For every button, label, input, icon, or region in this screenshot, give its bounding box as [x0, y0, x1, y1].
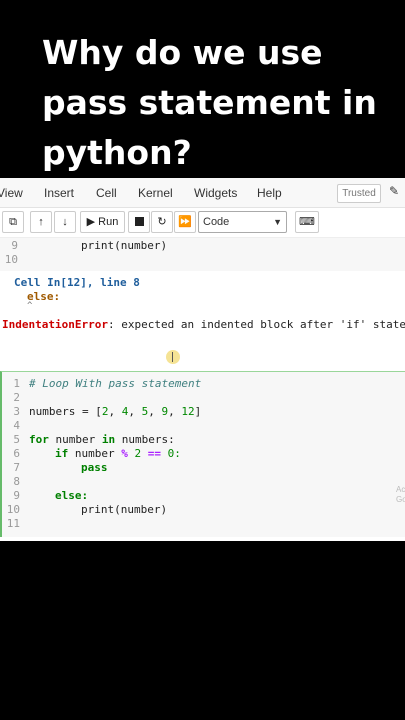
code-line: print(number): [28, 239, 168, 252]
pencil-icon[interactable]: ✎: [389, 184, 399, 198]
cursor-highlight: [166, 350, 180, 364]
copy-button[interactable]: ⧉: [2, 211, 24, 233]
menu-view[interactable]: View: [0, 186, 23, 200]
code-line-if: if number % 2 == 0:: [55, 447, 181, 460]
line-number: 10: [6, 503, 20, 516]
line-number: 7: [13, 461, 20, 474]
run-label: Run: [98, 216, 119, 228]
line-number: 5: [13, 433, 20, 446]
code-token: numbers:: [115, 433, 175, 446]
trusted-badge[interactable]: Trusted: [337, 184, 381, 203]
move-down-button[interactable]: ↓: [54, 211, 76, 233]
code-token: number: [48, 433, 102, 446]
error-message-line: IndentationError: expected an indented b…: [2, 318, 405, 331]
menu-widgets[interactable]: Widgets: [194, 186, 237, 200]
error-caret: ^: [27, 301, 33, 311]
operator: ==: [147, 447, 161, 460]
line-number: 1: [13, 377, 20, 390]
move-up-button[interactable]: ↑: [30, 211, 52, 233]
keyword: in: [101, 433, 116, 446]
keyboard-icon: ⌨: [299, 216, 315, 228]
line-number: 8: [13, 475, 20, 488]
keyboard-button[interactable]: ⌨: [295, 211, 319, 233]
list-value: 2: [101, 405, 109, 418]
menu-help[interactable]: Help: [257, 186, 282, 200]
line-number: 9: [13, 489, 20, 502]
watermark-line: Ac: [396, 485, 405, 494]
jupyter-screen: View Insert Cell Kernel Widgets Help Tru…: [0, 178, 405, 541]
menubar: View Insert Cell Kernel Widgets Help Tru…: [0, 178, 405, 208]
chevron-down-icon: ▼: [273, 217, 282, 227]
menu-cell[interactable]: Cell: [96, 186, 117, 200]
code-line-numbers: numbers = [2, 4, 5, 9, 12]: [29, 405, 202, 418]
keyword: if: [55, 447, 69, 460]
error-message: : expected an indented block after 'if' …: [107, 318, 405, 331]
cell-type-select[interactable]: Code ▼: [198, 211, 287, 233]
watermark-text: Ac Go: [396, 485, 405, 505]
text-cursor-icon: [172, 352, 173, 362]
line-number: 11: [6, 517, 20, 530]
line-number: 2: [13, 391, 20, 404]
code-token: number: [68, 447, 122, 460]
arrow-up-icon: ↑: [38, 216, 44, 228]
keyword-pass: pass: [81, 461, 108, 474]
code-line-for: for number in numbers:: [29, 433, 175, 446]
restart-icon: ↻: [157, 216, 167, 228]
run-all-button[interactable]: ⏩: [174, 211, 196, 233]
video-title: Why do we use pass statement in python?: [42, 33, 377, 172]
list-value: 5: [141, 405, 149, 418]
line-number: 3: [13, 405, 20, 418]
code-cell-top[interactable]: 9 print(number) 10: [0, 237, 405, 271]
code-token: 2: [127, 447, 148, 460]
stop-button[interactable]: [128, 211, 150, 233]
toolbar: ⧉ ↑ ↓ ▶ Run ↻ ⏩ Code ▼ ⌨: [0, 209, 405, 237]
line-number: 6: [13, 447, 20, 460]
menu-insert[interactable]: Insert: [44, 186, 74, 200]
code-comment: # Loop With pass statement: [29, 377, 202, 390]
line-number: 10: [4, 253, 18, 266]
keyword: for: [29, 433, 49, 446]
code-line-print: print(number): [81, 503, 168, 516]
stop-icon: [134, 217, 144, 226]
restart-button[interactable]: ↻: [151, 211, 173, 233]
watermark-line: Go: [396, 495, 405, 504]
list-value: 4: [121, 405, 129, 418]
menu-kernel[interactable]: Kernel: [138, 186, 173, 200]
code-token: = [: [75, 405, 102, 418]
play-icon: ▶: [86, 216, 96, 228]
list-value: 9: [161, 405, 169, 418]
code-token: 0:: [160, 447, 181, 460]
line-number: 4: [13, 419, 20, 432]
line-number: 9: [11, 239, 18, 252]
code-cell-active[interactable]: 1 2 3 4 5 6 7 8 9 10 11 # Loop With pass…: [0, 371, 405, 537]
keyword-else: else:: [55, 489, 89, 502]
error-header: Cell In[12], line 8: [14, 276, 140, 289]
run-button[interactable]: ▶ Run: [80, 211, 125, 233]
error-type: IndentationError: [2, 318, 108, 331]
operator: %: [121, 447, 128, 460]
code-token: numbers: [29, 405, 76, 418]
fast-forward-icon: ⏩: [178, 216, 192, 228]
cell-type-value: Code: [203, 216, 230, 228]
arrow-down-icon: ↓: [62, 216, 68, 228]
list-value: 12: [181, 405, 195, 418]
copy-icon: ⧉: [9, 216, 17, 228]
